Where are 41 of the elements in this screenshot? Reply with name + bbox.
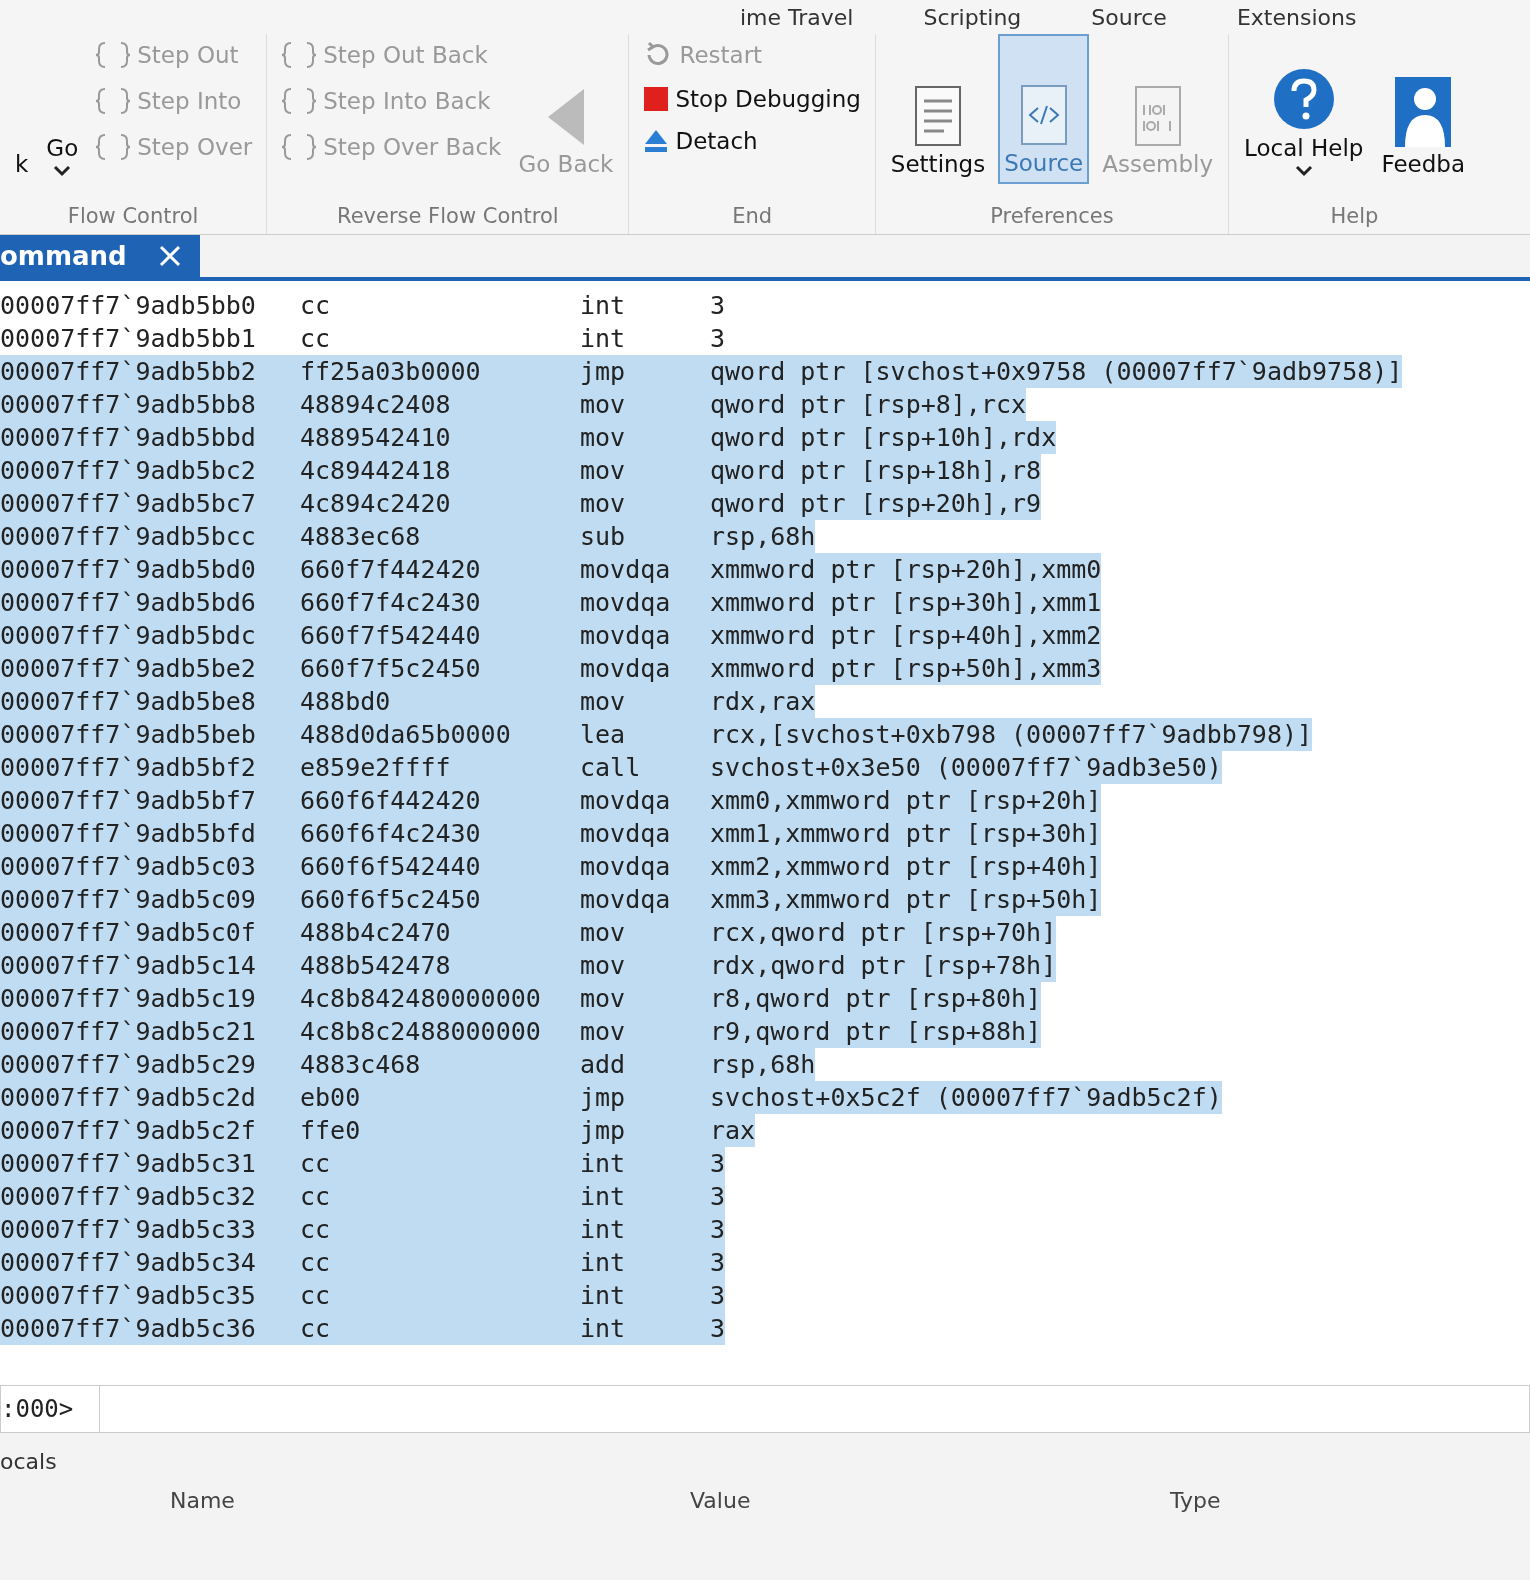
command-input[interactable] (100, 1385, 1530, 1433)
person-icon (1395, 77, 1452, 147)
tab-label: ommand (0, 241, 127, 271)
code-document-icon (1019, 84, 1068, 146)
disassembly-line: 00007ff7`9adb5bb0 cc int 3 (0, 290, 726, 322)
binary-document-icon (1133, 85, 1182, 147)
group-label: Help (1329, 204, 1380, 230)
ribbon-tab[interactable]: Extensions (1236, 4, 1357, 30)
disassembly-line: 00007ff7`9adb5bb1 cc int 3 (0, 323, 726, 355)
eject-icon (643, 128, 670, 154)
chevron-icon (1294, 165, 1313, 177)
chevron-icon (53, 165, 72, 177)
ribbon-button[interactable]: Settings (885, 34, 991, 184)
document-icon (914, 85, 962, 147)
command-tab[interactable]: ommand (0, 235, 200, 277)
column-header[interactable]: Type (1170, 1488, 1530, 1513)
pane-title: ocals (0, 1449, 58, 1474)
ribbon-button[interactable]: Detach (639, 126, 865, 156)
stop-icon (643, 86, 670, 112)
braces-icon (281, 40, 318, 70)
group-label: Reverse Flow Control (336, 204, 560, 230)
command-prompt: :000> (0, 1385, 100, 1433)
ribbon-button[interactable]: k (10, 34, 34, 184)
ribbon-tab[interactable]: Scripting (923, 4, 1022, 30)
braces-icon (95, 132, 132, 162)
ribbon-tab[interactable]: ime Travel (740, 4, 854, 30)
column-header[interactable]: Name (170, 1488, 690, 1513)
group-label: Preferences (989, 204, 1115, 230)
group-label: End (731, 204, 774, 230)
ribbon-button[interactable]: Feedba (1376, 34, 1470, 184)
column-header[interactable]: Value (690, 1488, 1170, 1513)
ribbon-button[interactable]: Local Help (1239, 34, 1369, 184)
braces-icon (95, 86, 132, 116)
ribbon-button[interactable]: Stop Debugging (639, 84, 865, 114)
braces-icon (95, 40, 132, 70)
group-label: Flow Control (66, 204, 200, 230)
ribbon-button[interactable]: Go (41, 34, 84, 184)
help-icon (1271, 67, 1336, 131)
ribbon-tab[interactable]: Source (1091, 4, 1167, 30)
braces-icon (281, 86, 318, 116)
braces-icon (281, 132, 318, 162)
